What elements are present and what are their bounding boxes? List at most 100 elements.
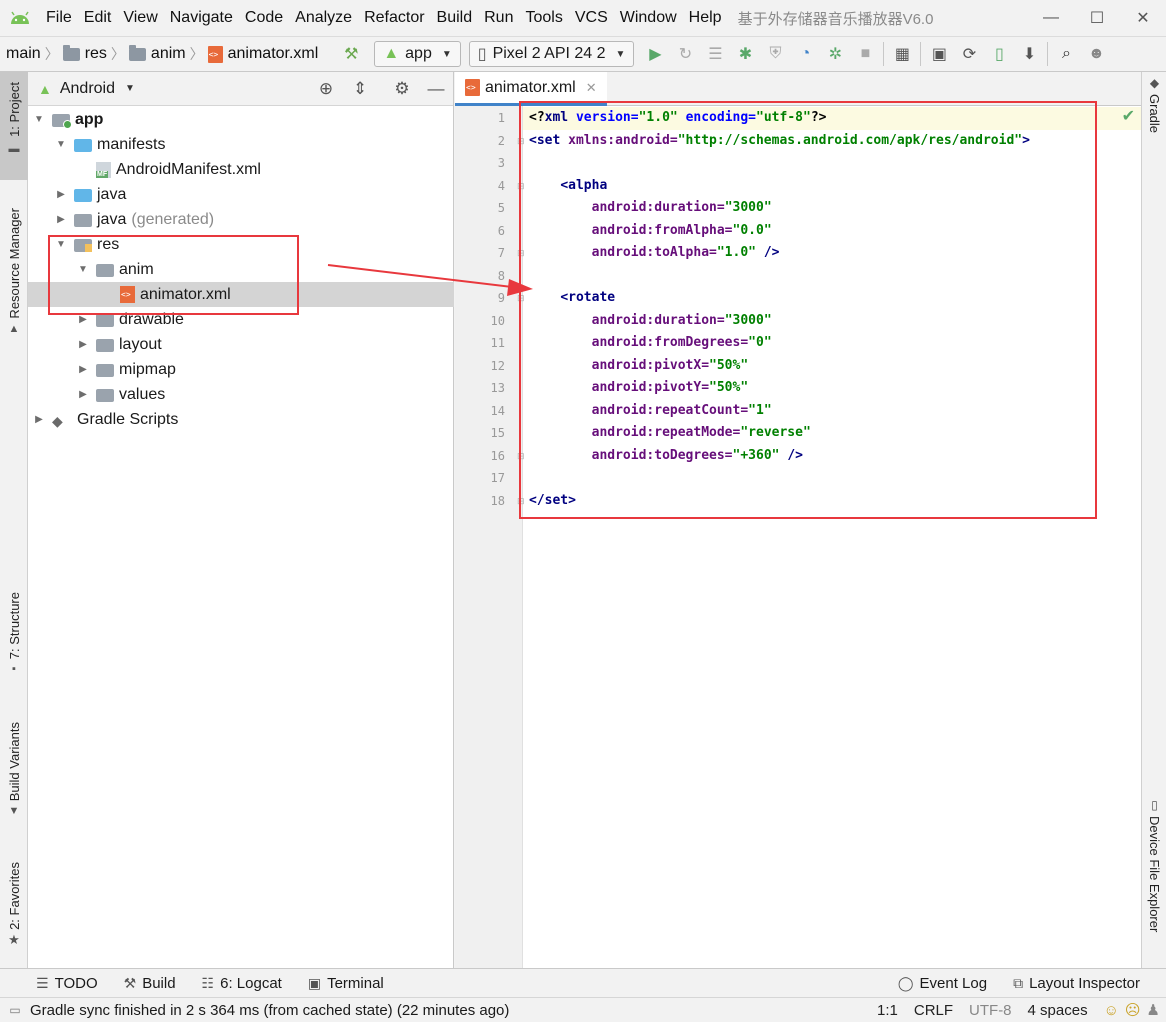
expand-caret-icon[interactable]: ▶ [76, 314, 90, 325]
menu-build[interactable]: Build [431, 0, 479, 36]
close-icon[interactable]: ✕ [586, 80, 597, 96]
terminal-tool-button[interactable]: ▣ Terminal [308, 975, 384, 992]
tree-item-manifests[interactable]: ▼ manifests [28, 132, 454, 157]
menu-code[interactable]: Code [239, 0, 289, 36]
expand-caret-icon[interactable]: ▶ [76, 364, 90, 375]
device-select[interactable]: ▯ Pixel 2 API 24 2 ▼ [468, 41, 635, 67]
minimize-button[interactable]: — [1028, 0, 1074, 36]
breadcrumb-animator-xml[interactable]: animator.xml [228, 45, 319, 63]
close-button[interactable]: ✕ [1120, 0, 1166, 36]
menu-view[interactable]: View [117, 0, 163, 36]
tree-item-mipmap[interactable]: ▶ mipmap [28, 357, 454, 382]
stop-icon[interactable]: ■ [850, 39, 880, 69]
file-encoding[interactable]: UTF-8 [969, 1002, 1012, 1019]
locate-file-icon[interactable]: ⊕ [309, 79, 343, 99]
line-number: 9 [497, 291, 505, 305]
project-panel-header: ▲ Android ▼ ⊕ ⇕ ⚙ — [28, 72, 453, 106]
gear-icon[interactable]: ⚙ [385, 79, 419, 99]
build-tool-button[interactable]: ⚒ Build [124, 975, 176, 992]
avd-manager-icon[interactable]: ▯ [984, 39, 1014, 69]
sad-feedback-icon[interactable]: ☹ [1125, 1001, 1141, 1019]
expand-caret-icon[interactable]: ▼ [32, 114, 46, 125]
apply-code-changes-icon[interactable]: ☰ [700, 39, 730, 69]
breadcrumb-res[interactable]: res [85, 45, 107, 63]
maximize-button[interactable]: ☐ [1074, 0, 1120, 36]
expand-caret-icon[interactable]: ▶ [76, 389, 90, 400]
menu-tools[interactable]: Tools [519, 0, 568, 36]
project-tool-tab[interactable]: 1: Project ▬ [0, 72, 28, 180]
inspector-icon[interactable]: ♟ [1147, 1001, 1160, 1019]
run-config-select[interactable]: ▲ app ▼ [374, 41, 461, 67]
expand-caret-icon[interactable]: ▶ [32, 414, 46, 425]
tree-item-layout[interactable]: ▶ layout [28, 332, 454, 357]
menu-run[interactable]: Run [478, 0, 519, 36]
sync-gradle-icon[interactable]: ⟳ [954, 39, 984, 69]
breadcrumb-main[interactable]: main [6, 45, 41, 63]
layout-inspector-tool-button[interactable]: ⧉ Layout Inspector [1013, 975, 1140, 992]
structure-tab[interactable]: 7: Structure ▪ [0, 592, 28, 692]
menu-vcs[interactable]: VCS [569, 0, 614, 36]
favorites-tab[interactable]: 2: Favorites ★ [0, 862, 28, 957]
line-separator[interactable]: CRLF [914, 1002, 953, 1019]
profile-icon[interactable]: ◔ [790, 39, 820, 69]
expand-caret-icon[interactable]: ▶ [54, 214, 68, 225]
project-structure-icon[interactable]: ▦ [887, 39, 917, 69]
layout-inspector-label: Layout Inspector [1029, 974, 1140, 992]
resource-manager-tab[interactable]: Resource Manager ▲ [0, 208, 28, 348]
project-panel: ▲ Android ▼ ⊕ ⇕ ⚙ — ▼ app ▼ manifests An… [28, 72, 454, 968]
expand-caret-icon[interactable]: ▼ [54, 139, 68, 150]
tool-windows-icon[interactable]: ▭ [0, 1003, 30, 1017]
run-icon[interactable]: ▶ [640, 39, 670, 69]
line-number: 16 [490, 448, 505, 463]
annotation-box-tree [48, 235, 299, 315]
menu-edit[interactable]: Edit [78, 0, 118, 36]
expand-caret-icon[interactable]: ▶ [76, 339, 90, 350]
user-icon[interactable]: ☻ [1081, 39, 1111, 69]
logcat-tool-button[interactable]: ☷ 6: Logcat [202, 975, 282, 992]
menu-help[interactable]: Help [683, 0, 728, 36]
window-title: 基于外存储器音乐播放器V6.0 [737, 10, 934, 28]
device-file-explorer-tab[interactable]: ▯ Device File Explorer [1142, 798, 1166, 968]
tree-item-java[interactable]: ▶ java [28, 182, 454, 207]
toolbar-divider [1047, 42, 1049, 66]
attach-debugger-icon[interactable]: ⛨ [760, 39, 790, 69]
sdk-manager-icon[interactable]: ⬇ [1014, 39, 1044, 69]
tree-item-androidmanifest[interactable]: AndroidManifest.xml [28, 157, 454, 182]
menu-file[interactable]: File [40, 0, 78, 36]
expand-caret-icon[interactable]: ▶ [54, 189, 68, 200]
cursor-position[interactable]: 1:1 [877, 1002, 898, 1019]
toolbar-divider [883, 42, 885, 66]
project-tool-label: 1: Project [6, 82, 22, 137]
tree-item-values[interactable]: ▶ values [28, 382, 454, 407]
xml-file-icon [465, 79, 480, 96]
gradle-tab[interactable]: ◆ Gradle [1142, 76, 1166, 156]
debug-attach-icon[interactable]: ✲ [820, 39, 850, 69]
layout-editor-icon[interactable]: ▣ [924, 39, 954, 69]
apply-changes-icon[interactable]: ↻ [670, 39, 700, 69]
breadcrumb-anim[interactable]: anim [151, 45, 186, 63]
collapse-all-icon[interactable]: ⇕ [343, 79, 377, 99]
debug-icon[interactable]: ✱ [730, 39, 760, 69]
menu-navigate[interactable]: Navigate [164, 0, 239, 36]
chevron-down-icon[interactable]: ▼ [125, 83, 135, 94]
todo-tool-button[interactable]: ☰ TODO [36, 975, 98, 992]
search-icon[interactable]: ⌕ [1051, 39, 1081, 69]
build-variants-tab[interactable]: Build Variants ▼ [0, 722, 28, 832]
tree-item-java-generated[interactable]: ▶ java (generated) [28, 207, 454, 232]
tree-item-gradle-scripts[interactable]: ▶ ◆ Gradle Scripts [28, 407, 454, 432]
menu-refactor[interactable]: Refactor [358, 0, 430, 36]
hammer-make-icon[interactable]: ⚒ [336, 39, 366, 69]
project-view-select[interactable]: Android [60, 80, 115, 98]
menu-window[interactable]: Window [614, 0, 683, 36]
happy-feedback-icon[interactable]: ☺ [1104, 1002, 1119, 1019]
bottom-tool-bar: ☰ TODO ⚒ Build ☷ 6: Logcat ▣ Terminal ◯ … [0, 968, 1166, 997]
menu-analyze[interactable]: Analyze [289, 0, 358, 36]
status-message[interactable]: Gradle sync finished in 2 s 364 ms (from… [30, 1002, 877, 1019]
indent-setting[interactable]: 4 spaces [1028, 1002, 1088, 1019]
tree-item-app[interactable]: ▼ app [28, 107, 454, 132]
run-config-value: app [405, 45, 432, 62]
hide-panel-icon[interactable]: — [419, 79, 453, 99]
build-variants-icon: ▼ [8, 805, 20, 818]
event-log-tool-button[interactable]: ◯ Event Log [898, 975, 987, 992]
tree-label: mipmap [119, 360, 176, 378]
